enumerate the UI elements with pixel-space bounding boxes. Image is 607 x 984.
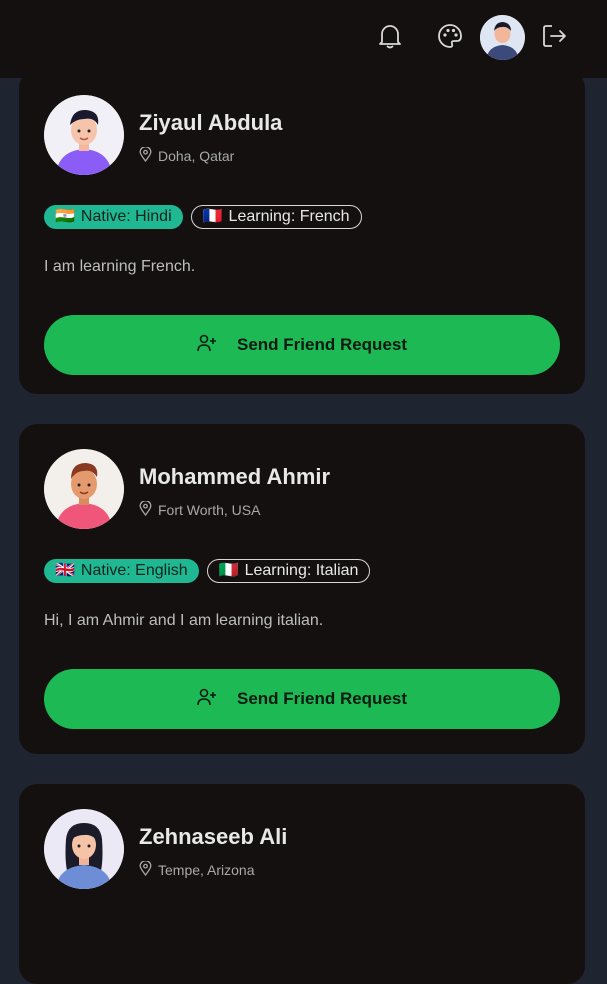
flag-italy-icon: 🇮🇹 xyxy=(218,562,239,579)
send-friend-request-label: Send Friend Request xyxy=(236,335,408,354)
native-language-label: Native: Hindi xyxy=(80,208,172,225)
user-avatar[interactable] xyxy=(480,15,525,60)
flag-india-icon: 🇮🇳 xyxy=(55,208,75,225)
location-text: Doha, Qatar xyxy=(158,148,235,164)
logout-icon xyxy=(541,23,569,54)
language-badges: 🇮🇳 Native: Hindi 🇫🇷 Learning: French xyxy=(44,205,362,229)
learning-language-badge: 🇮🇹 Learning: Italian xyxy=(206,559,371,583)
avatar xyxy=(44,95,124,175)
native-language-badge: 🇮🇳 Native: Hindi xyxy=(44,205,183,229)
native-language-badge: 🇬🇧 Native: English xyxy=(44,559,199,583)
friend-bio: Hi, I am Ahmir and I am learning italian… xyxy=(44,612,324,629)
language-badges: 🇬🇧 Native: English 🇮🇹 Learning: Italian xyxy=(44,559,371,583)
flag-uk-icon: 🇬🇧 xyxy=(55,562,75,579)
bell-icon xyxy=(377,22,403,55)
friend-name: Mohammed Ahmir xyxy=(139,464,331,489)
user-plus-icon xyxy=(197,334,217,357)
top-navbar xyxy=(0,0,607,78)
map-pin-icon xyxy=(139,860,152,879)
avatar xyxy=(44,449,124,529)
native-language-label: Native: English xyxy=(80,562,188,579)
map-pin-icon xyxy=(139,146,152,165)
logout-button[interactable] xyxy=(536,19,574,57)
user-plus-icon xyxy=(197,688,217,711)
learning-language-badge: 🇫🇷 Learning: French xyxy=(190,205,362,229)
notifications-button[interactable] xyxy=(371,19,409,57)
friend-name: Zehnaseeb Ali xyxy=(139,824,288,849)
friend-bio: I am learning French. xyxy=(44,258,196,275)
send-friend-request-button[interactable]: Send Friend Request xyxy=(44,669,560,729)
friend-card: Zehnaseeb Ali Tempe, Arizona xyxy=(19,784,585,984)
friend-card: Mohammed Ahmir Fort Worth, USA 🇬🇧 Native… xyxy=(19,424,585,754)
location-text: Fort Worth, USA xyxy=(158,502,261,518)
map-pin-icon xyxy=(139,500,152,519)
friend-location: Tempe, Arizona xyxy=(139,860,255,879)
theme-selector-button[interactable] xyxy=(431,19,469,57)
palette-icon xyxy=(437,23,463,54)
friend-card: Ziyaul Abdula Doha, Qatar 🇮🇳 Native: Hin… xyxy=(19,70,585,394)
send-friend-request-button[interactable]: Send Friend Request xyxy=(44,315,560,375)
learning-language-label: Learning: French xyxy=(228,208,350,225)
friend-name: Ziyaul Abdula xyxy=(139,110,283,135)
friend-location: Fort Worth, USA xyxy=(139,500,261,519)
send-friend-request-label: Send Friend Request xyxy=(236,689,408,708)
friend-location: Doha, Qatar xyxy=(139,146,235,165)
learning-language-label: Learning: Italian xyxy=(244,562,359,579)
avatar xyxy=(44,809,124,889)
location-text: Tempe, Arizona xyxy=(158,862,255,878)
flag-france-icon: 🇫🇷 xyxy=(202,208,223,225)
